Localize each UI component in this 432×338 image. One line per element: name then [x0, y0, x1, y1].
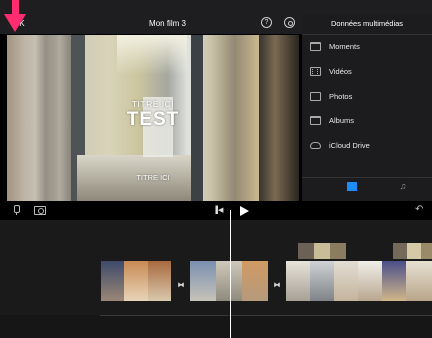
media-tab-icon	[347, 182, 357, 191]
photo-icon	[310, 92, 321, 101]
media-item-label: Albums	[329, 116, 355, 125]
timeline-empty-track	[0, 315, 432, 338]
media-item-icloud-drive[interactable]: iCloud Drive	[302, 135, 432, 157]
skip-back-icon[interactable]: ▐◀	[213, 206, 223, 214]
film-icon	[310, 67, 321, 76]
playhead-cap	[225, 201, 237, 208]
playhead[interactable]	[230, 210, 231, 338]
preview-image-light	[117, 35, 187, 75]
media-item-moments[interactable]: Moments	[302, 36, 432, 58]
moments-icon	[310, 42, 321, 51]
media-item-label: Moments	[329, 42, 360, 51]
overlay-clip[interactable]	[393, 243, 432, 259]
media-item-videos[interactable]: Vidéos	[302, 61, 432, 83]
albums-icon	[310, 116, 321, 125]
undo-icon[interactable]: ↶	[415, 204, 423, 215]
preview-image-door-right	[259, 35, 299, 201]
playback-controls: ▐◀ ↶	[0, 201, 432, 220]
title-overlay-bottom[interactable]: TITRE ICI	[103, 173, 203, 182]
settings-button[interactable]	[284, 17, 295, 28]
tab-audio[interactable]: ♫ Audio	[388, 180, 418, 206]
video-clip[interactable]	[101, 261, 171, 301]
transition-icon[interactable]: ⧓	[270, 279, 284, 293]
media-item-label: Vidéos	[329, 67, 352, 76]
media-panel-divider	[302, 34, 432, 35]
camera-icon[interactable]	[34, 206, 46, 215]
media-item-photos[interactable]: Photos	[302, 86, 432, 108]
title-overlay-subtitle[interactable]: TITRE ICI	[103, 99, 203, 109]
cloud-icon	[310, 142, 321, 149]
project-title: Mon film 3	[149, 19, 186, 28]
media-panel: Données multimédias Moments Vidéos Photo…	[302, 14, 432, 224]
video-clip[interactable]	[286, 261, 432, 301]
microphone-icon[interactable]	[13, 205, 20, 215]
transition-icon[interactable]: ⧓	[174, 279, 188, 293]
video-clip[interactable]	[190, 261, 268, 301]
overlay-clip[interactable]	[298, 243, 346, 259]
tab-media[interactable]: Données multimédias	[332, 180, 372, 224]
media-item-label: Photos	[329, 92, 353, 101]
media-item-label: iCloud Drive	[329, 141, 370, 150]
title-overlay-main[interactable]: TEST	[103, 109, 203, 131]
preview-image-wall	[7, 35, 77, 201]
media-panel-tabs: Données multimédias ♫ Audio	[302, 177, 432, 224]
timeline-track-divider	[100, 315, 432, 316]
media-item-albums[interactable]: Albums	[302, 110, 432, 132]
video-preview[interactable]: TITRE ICI TEST TITRE ICI	[7, 35, 299, 201]
annotation-arrow-icon	[4, 0, 26, 32]
media-panel-title: Données multimédias	[330, 19, 404, 28]
help-button[interactable]: ?	[261, 17, 272, 28]
play-icon[interactable]	[240, 206, 249, 216]
music-note-icon: ♫	[399, 181, 407, 191]
